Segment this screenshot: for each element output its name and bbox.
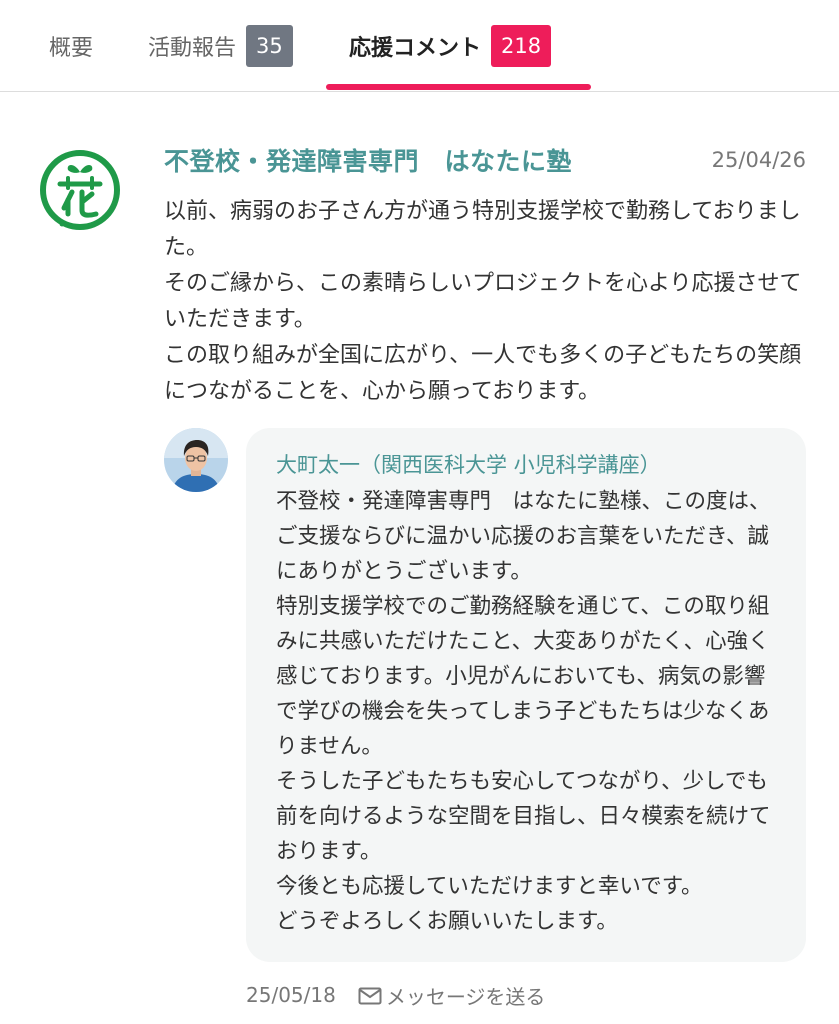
reports-count-badge: 35 (246, 25, 293, 67)
tab-bar: 概要 活動報告 35 応援コメント 218 (0, 0, 839, 92)
comments-count-badge: 218 (491, 25, 552, 67)
reply-avatar (164, 428, 228, 492)
comment-paragraph: 以前、病弱のお子さん方が通う特別支援学校で勤務しておりました。 (164, 199, 801, 260)
reply-bubble: 大町太一（関西医科大学 小児科学講座） 不登校・発達障害専門 はなたに塾様、この… (246, 428, 806, 962)
tab-reports-label: 活動報告 (148, 36, 237, 61)
reply-paragraph: 特別支援学校でのご勤務経験を通じて、この取り組みに共感いただけたこと、大変ありが… (276, 594, 770, 759)
send-message-link[interactable]: メッセージを送る (358, 981, 546, 1010)
active-tab-indicator (326, 84, 591, 90)
comment-date: 25/04/26 (711, 148, 806, 172)
reply-date: 25/05/18 (246, 983, 336, 1007)
reply-body: 不登校・発達障害専門 はなたに塾様、この度は、ご支援ならびに温かい応援のお言葉を… (276, 484, 778, 939)
reply-author-name[interactable]: 大町太一（関西医科大学 小児科学講座） (276, 450, 778, 480)
reply-footer: 25/05/18 メッセージを送る (246, 980, 545, 1010)
reply-paragraph: 不登校・発達障害専門 はなたに塾様、この度は、ご支援ならびに温かい応援のお言葉を… (276, 489, 771, 584)
comment-paragraph: そのご縁から、この素晴らしいプロジェクトを心より応援させていただきます。 (164, 271, 802, 332)
tab-reports[interactable]: 活動報告 35 (148, 24, 293, 68)
comment-body: 以前、病弱のお子さん方が通う特別支援学校で勤務しておりました。 そのご縁から、こ… (164, 194, 814, 410)
reply-paragraph: どうぞよろしくお願いいたします。 (276, 909, 618, 934)
hana-flower-logo-icon[interactable] (38, 148, 122, 232)
tab-comments-label: 応援コメント (349, 36, 482, 61)
comment-author-name[interactable]: 不登校・発達障害専門 はなたに塾 (164, 142, 572, 178)
reply-paragraph: そうした子どもたちも安心してつながり、少しでも前を向けるような空間を目指し、日々… (276, 769, 771, 864)
tab-overview[interactable]: 概要 (49, 24, 93, 68)
reply-paragraph: 今後とも応援していただけますと幸いです。 (276, 874, 703, 899)
comment-paragraph: この取り組みが全国に広がり、一人でも多くの子どもたちの笑顔につながることを、心か… (164, 343, 802, 404)
person-avatar-icon (164, 428, 228, 492)
send-message-label: メッセージを送る (385, 984, 546, 1009)
tab-comments[interactable]: 応援コメント 218 (349, 24, 552, 68)
mail-icon (358, 986, 382, 1005)
tab-overview-label: 概要 (49, 36, 94, 61)
